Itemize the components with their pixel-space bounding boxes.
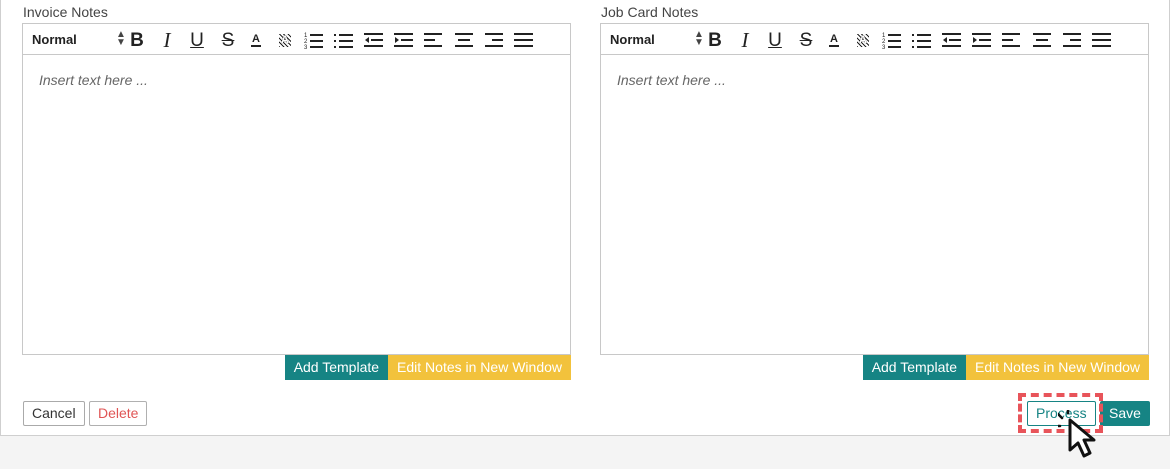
italic-button[interactable]: I — [156, 29, 178, 51]
align-justify-icon — [1092, 33, 1111, 47]
bullet-list-button[interactable] — [911, 29, 933, 51]
italic-icon: I — [163, 27, 171, 52]
underline-icon: U — [768, 29, 782, 51]
outdent-button[interactable] — [363, 29, 385, 51]
align-justify-button[interactable] — [1091, 29, 1113, 51]
invoice-notes-label: Invoice Notes — [23, 4, 108, 20]
add-template-button[interactable]: Add Template — [284, 355, 389, 380]
align-right-button[interactable] — [1061, 29, 1083, 51]
indent-button[interactable] — [971, 29, 993, 51]
outdent-icon — [942, 33, 961, 47]
job-card-notes-label: Job Card Notes — [601, 4, 699, 20]
svg-text:3: 3 — [304, 45, 308, 49]
align-left-icon — [1002, 33, 1020, 47]
bullet-list-icon — [912, 34, 931, 48]
indent-icon — [972, 33, 991, 47]
invoice-notes-text-area[interactable]: Insert text here ... — [23, 56, 570, 354]
editor-toolbar: Normal ▲ ▼ B I U S A A 123 — [601, 24, 1148, 55]
text-color-button[interactable]: A — [823, 29, 845, 51]
notes-actions: Add Template Edit Notes in New Window — [284, 355, 571, 380]
align-right-icon — [1063, 33, 1081, 47]
underline-icon: U — [190, 29, 204, 51]
strikethrough-icon: S — [799, 29, 813, 51]
edit-notes-new-window-button[interactable]: Edit Notes in New Window — [966, 355, 1149, 380]
align-right-icon — [485, 33, 503, 47]
italic-icon: I — [741, 27, 749, 52]
text-color-icon: A — [829, 32, 839, 47]
notes-actions: Add Template Edit Notes in New Window — [862, 355, 1149, 380]
format-select-value: Normal — [32, 32, 77, 47]
underline-button[interactable]: U — [186, 29, 208, 51]
ordered-list-button[interactable]: 123 — [881, 29, 903, 51]
bold-button[interactable]: B — [704, 29, 726, 51]
edit-notes-new-window-button[interactable]: Edit Notes in New Window — [388, 355, 571, 380]
outdent-icon — [364, 33, 383, 47]
editor-placeholder: Insert text here ... — [39, 72, 148, 88]
italic-button[interactable]: I — [734, 29, 756, 51]
underline-button[interactable]: U — [764, 29, 786, 51]
format-select[interactable]: Normal ▲ ▼ — [610, 30, 704, 50]
background-color-icon: A — [857, 33, 869, 47]
ordered-list-icon: 123 — [304, 33, 323, 49]
strikethrough-icon: S — [221, 29, 235, 51]
indent-button[interactable] — [393, 29, 415, 51]
align-center-icon — [1033, 33, 1051, 47]
invoice-notes-editor: Normal ▲ ▼ B I U S A A 123 Insert text h… — [22, 23, 571, 355]
bold-icon: B — [708, 29, 722, 51]
align-left-button[interactable] — [1001, 29, 1023, 51]
process-button[interactable]: Process — [1027, 401, 1096, 426]
background-color-button[interactable]: A — [274, 29, 296, 51]
bold-button[interactable]: B — [126, 29, 148, 51]
select-arrows-icon: ▲ ▼ — [694, 29, 704, 48]
align-justify-button[interactable] — [513, 29, 535, 51]
align-right-button[interactable] — [483, 29, 505, 51]
align-center-button[interactable] — [1031, 29, 1053, 51]
svg-text:3: 3 — [882, 45, 886, 49]
bold-icon: B — [130, 29, 144, 51]
text-color-button[interactable]: A — [245, 29, 267, 51]
format-select-value: Normal — [610, 32, 655, 47]
ordered-list-icon: 123 — [882, 33, 901, 49]
indent-icon — [394, 33, 413, 47]
editor-placeholder: Insert text here ... — [617, 72, 726, 88]
delete-button[interactable]: Delete — [89, 401, 148, 426]
align-center-button[interactable] — [453, 29, 475, 51]
select-arrows-icon: ▲ ▼ — [116, 29, 126, 48]
job-card-notes-text-area[interactable]: Insert text here ... — [601, 56, 1148, 354]
outdent-button[interactable] — [941, 29, 963, 51]
align-left-icon — [424, 33, 442, 47]
add-template-button[interactable]: Add Template — [862, 355, 967, 380]
strikethrough-button[interactable]: S — [795, 29, 817, 51]
align-left-button[interactable] — [423, 29, 445, 51]
text-color-icon: A — [251, 32, 261, 47]
ordered-list-button[interactable]: 123 — [303, 29, 325, 51]
save-button[interactable]: Save — [1100, 401, 1150, 426]
editor-toolbar: Normal ▲ ▼ B I U S A A 123 — [23, 24, 570, 55]
strikethrough-button[interactable]: S — [217, 29, 239, 51]
bullet-list-icon — [334, 34, 353, 48]
cancel-button[interactable]: Cancel — [23, 401, 85, 426]
align-justify-icon — [514, 33, 533, 47]
job-card-notes-editor: Normal ▲ ▼ B I U S A A 123 Insert text h… — [600, 23, 1149, 355]
align-center-icon — [455, 33, 473, 47]
background-color-button[interactable]: A — [852, 29, 874, 51]
background-color-icon: A — [279, 33, 291, 47]
format-select[interactable]: Normal ▲ ▼ — [32, 30, 126, 50]
bullet-list-button[interactable] — [333, 29, 355, 51]
notes-panel: Invoice Notes Normal ▲▼ B I U S A A 123 — [0, 0, 1170, 436]
